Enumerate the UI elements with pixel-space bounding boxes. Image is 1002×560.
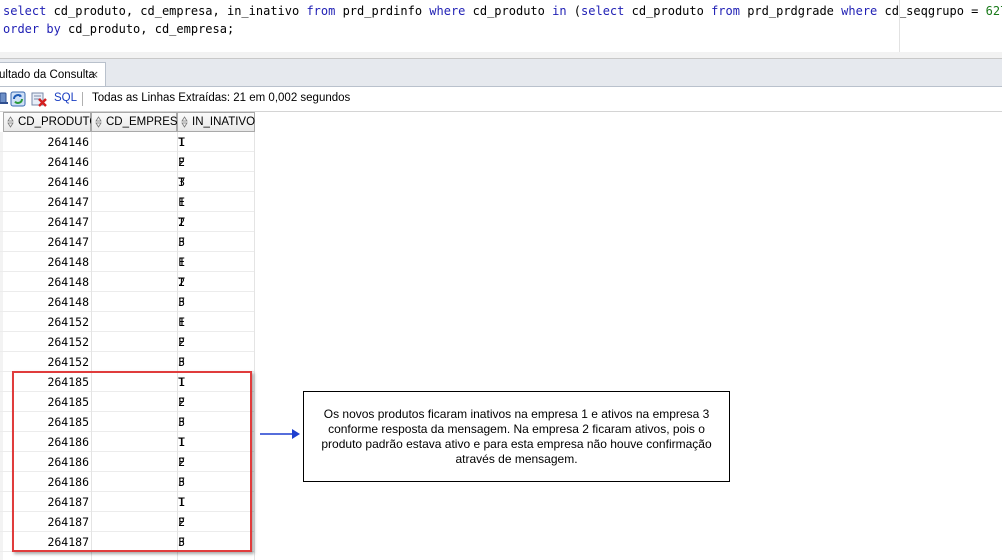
- tab-query-result[interactable]: ultado da Consulta ×: [0, 62, 106, 86]
- tab-label: ultado da Consulta: [0, 69, 95, 81]
- table-row[interactable]: 264147 2 T: [0, 212, 255, 232]
- cell-cd-empresa: 3: [178, 355, 185, 369]
- cell-cd-produto: 264148: [47, 255, 89, 269]
- sql-editor[interactable]: select cd_produto, cd_empresa, in_inativ…: [0, 0, 1002, 59]
- cell-cd-empresa: 2: [178, 275, 185, 289]
- table-row[interactable]: 264148 2 T: [0, 272, 255, 292]
- table-row[interactable]: 264146 1 T: [0, 132, 255, 152]
- column-header-cd-produto[interactable]: CD_PRODUTO: [3, 112, 98, 132]
- cell-cd-produto: 264152: [47, 335, 89, 349]
- cell-in-inativo: T: [178, 175, 185, 189]
- cell-cd-empresa: 1: [178, 315, 185, 329]
- sort-icon: [7, 116, 14, 128]
- sql-text: (: [566, 4, 582, 18]
- table-row[interactable]: 264152 1 F: [0, 312, 255, 332]
- sql-keyword: select: [581, 4, 625, 18]
- table-row[interactable]: 264152 2 F: [0, 332, 255, 352]
- sql-text: cd_produto: [624, 4, 712, 18]
- toolbar-separator: [82, 92, 83, 106]
- cell-cd-empresa: 1: [178, 255, 185, 269]
- cell-in-inativo: F: [178, 255, 185, 269]
- cell-in-inativo: F: [178, 335, 185, 349]
- table-row[interactable]: 264148 3 F: [0, 292, 255, 312]
- cell-in-inativo: F: [178, 195, 185, 209]
- column-divider: [254, 132, 255, 560]
- cell-in-inativo: F: [178, 315, 185, 329]
- cell-cd-empresa: 2: [178, 335, 185, 349]
- cell-in-inativo: T: [178, 215, 185, 229]
- editor-margin-line: [899, 0, 900, 52]
- editor-horizontal-scrollbar[interactable]: [0, 52, 1002, 58]
- cell-in-inativo: F: [178, 235, 185, 249]
- table-row[interactable]: 264152 3 F: [0, 352, 255, 372]
- sql-text: cd_seqgrupo =: [877, 4, 986, 18]
- refresh-icon[interactable]: [10, 91, 26, 107]
- results-toolbar: SQL Todas as Linhas Extraídas: 21 em 0,0…: [0, 87, 1002, 112]
- cell-cd-empresa: 2: [178, 215, 185, 229]
- cell-cd-empresa: 3: [178, 295, 185, 309]
- column-header-label: IN_INATIVO: [192, 116, 256, 128]
- close-icon[interactable]: ×: [90, 68, 99, 81]
- sql-text: cd_produto, cd_empresa;: [60, 22, 235, 36]
- sql-keyword: from: [711, 4, 740, 18]
- table-row[interactable]: 264148 1 F: [0, 252, 255, 272]
- annotation-note: Os novos produtos ficaram inativos na em…: [303, 391, 730, 482]
- column-header-in-inativo[interactable]: IN_INATIVO: [177, 112, 255, 132]
- cell-cd-produto: 264147: [47, 215, 89, 229]
- cell-cd-empresa: 3: [178, 235, 185, 249]
- sql-line-2: order by cd_produto, cd_empresa;: [3, 20, 1002, 38]
- sql-keyword: from: [306, 4, 336, 18]
- sql-keyword: where: [429, 4, 466, 18]
- cell-cd-empresa: 1: [178, 135, 185, 149]
- sql-keyword: order by: [3, 22, 61, 36]
- cell-cd-empresa: 2: [178, 155, 185, 169]
- cell-cd-produto: 264146: [47, 155, 89, 169]
- table-row[interactable]: 264146 3 T: [0, 172, 255, 192]
- column-header-cd-empresa[interactable]: CD_EMPRESA: [91, 112, 185, 132]
- table-row[interactable]: 264146 2 F: [0, 152, 255, 172]
- sql-keyword: select: [3, 4, 47, 18]
- cell-in-inativo: T: [178, 135, 185, 149]
- cell-cd-empresa: 1: [178, 195, 185, 209]
- sql-keyword: where: [841, 4, 878, 18]
- cell-cd-produto: 264146: [47, 175, 89, 189]
- cell-cd-produto: 264152: [47, 355, 89, 369]
- results-tab-strip: ultado da Consulta ×: [0, 59, 1002, 87]
- table-row[interactable]: 264147 3 F: [0, 232, 255, 252]
- column-header-label: CD_EMPRESA: [106, 116, 186, 128]
- annotation-text: Os novos produtos ficaram inativos na em…: [321, 406, 712, 466]
- cell-in-inativo: T: [178, 275, 185, 289]
- cell-cd-produto: 264147: [47, 195, 89, 209]
- sql-text: cd_produto, cd_empresa, in_inativo: [46, 4, 307, 18]
- cell-cd-produto: 264148: [47, 275, 89, 289]
- sql-text: prd_prdgrade: [739, 4, 842, 18]
- sql-number: 62702: [985, 4, 1002, 18]
- pin-icon[interactable]: [0, 91, 10, 107]
- cell-in-inativo: F: [178, 355, 185, 369]
- cell-cd-produto: 264146: [47, 135, 89, 149]
- cell-cd-produto: 264148: [47, 295, 89, 309]
- cell-cd-produto: 264152: [47, 315, 89, 329]
- cell-cd-empresa: 3: [178, 175, 185, 189]
- sql-text: cd_produto: [465, 4, 553, 18]
- delete-icon[interactable]: [31, 91, 47, 107]
- sort-icon: [181, 116, 188, 128]
- cell-in-inativo: F: [178, 295, 185, 309]
- sql-keyword: in: [552, 4, 567, 18]
- fetch-status: Todas as Linhas Extraídas: 21 em 0,002 s…: [92, 92, 351, 104]
- column-header-label: CD_PRODUTO: [18, 116, 99, 128]
- sql-button[interactable]: SQL: [54, 92, 77, 104]
- sql-line-1: select cd_produto, cd_empresa, in_inativ…: [3, 2, 1002, 20]
- table-row[interactable]: 264147 1 F: [0, 192, 255, 212]
- sort-icon: [95, 116, 102, 128]
- arrow-icon: [260, 429, 300, 439]
- cell-cd-produto: 264147: [47, 235, 89, 249]
- sql-code[interactable]: select cd_produto, cd_empresa, in_inativ…: [3, 2, 1002, 38]
- sql-text: prd_prdinfo: [335, 4, 430, 18]
- highlight-box: [12, 371, 252, 552]
- cell-in-inativo: F: [178, 155, 185, 169]
